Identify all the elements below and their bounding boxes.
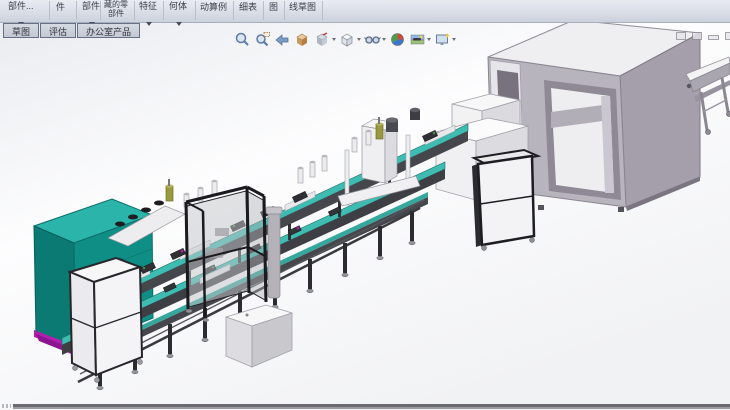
ribbon-button-mate[interactable]: 件 <box>56 2 65 12</box>
window-maximize-icon[interactable] <box>692 32 702 40</box>
ribbon-button-motion-study[interactable]: 动算例 <box>200 2 227 12</box>
tab-evaluate[interactable]: 评估 <box>40 23 76 38</box>
dropdown-caret-icon <box>382 38 386 41</box>
ribbon-button-bill-of-materials[interactable]: 细表 <box>239 2 257 12</box>
window-minimize-icon[interactable] <box>708 35 719 40</box>
zoom-to-fit-icon <box>234 31 251 48</box>
view-orientation-button[interactable] <box>314 31 336 48</box>
dropdown-caret-icon <box>427 38 431 41</box>
dropdown-caret-icon <box>357 38 361 41</box>
ribbon-separator <box>263 1 264 20</box>
apply-scene-icon <box>409 31 426 48</box>
view-orientation-icon <box>314 31 331 48</box>
dropdown-caret-icon <box>452 38 456 41</box>
view-settings-icon <box>434 31 451 48</box>
commandmanager-tabs: 草图 评估 办公室产品 <box>3 23 141 38</box>
previous-view-icon <box>274 31 291 48</box>
tab-sketch[interactable]: 草图 <box>3 23 39 38</box>
zoom-to-fit-button[interactable] <box>234 31 251 48</box>
edit-appearance-button[interactable] <box>389 31 406 48</box>
model-viewport[interactable] <box>0 0 730 410</box>
zoom-to-area-icon <box>254 31 271 48</box>
ribbon-separator <box>195 1 196 20</box>
heads-up-view-toolbar <box>234 31 456 48</box>
ribbon-separator <box>76 1 77 20</box>
dropdown-caret-icon[interactable] <box>146 13 152 31</box>
ribbon-separator <box>322 1 323 20</box>
ribbon-separator <box>100 1 101 20</box>
ribbon-separator <box>49 1 50 20</box>
ribbon-separator <box>233 1 234 20</box>
apply-scene-button[interactable] <box>409 31 431 48</box>
ribbon-separator <box>163 1 164 20</box>
window-close-icon[interactable] <box>725 32 730 40</box>
edit-appearance-icon <box>389 31 406 48</box>
ribbon-button-reference-geometry[interactable]: 何体 <box>169 1 187 11</box>
display-style-icon <box>339 31 356 48</box>
black-framed-cabinet[interactable] <box>472 150 538 251</box>
display-style-button[interactable] <box>339 31 361 48</box>
ribbon-separator <box>134 1 135 20</box>
dropdown-caret-icon[interactable] <box>176 13 182 31</box>
status-bar-edge-highlight <box>13 407 730 409</box>
previous-view-button[interactable] <box>274 31 291 48</box>
ribbon-separator <box>284 1 285 20</box>
hide-show-items-icon <box>364 31 381 48</box>
window-restore-icon[interactable] <box>676 32 686 40</box>
zoom-to-area-button[interactable] <box>254 31 271 48</box>
ribbon-button-assembly-features[interactable]: 特征 <box>139 1 157 11</box>
dropdown-caret-icon <box>332 38 336 41</box>
resize-grip[interactable] <box>2 404 11 408</box>
ribbon-button-insert-components[interactable]: 部件... <box>8 1 34 11</box>
ribbon-button-show-hidden-components[interactable]: 藏的零 部件 <box>104 0 128 18</box>
ribbon-button-exploded-view[interactable]: 图 <box>269 2 278 12</box>
ribbon-button-component[interactable]: 部件 <box>82 1 100 11</box>
tab-office-products[interactable]: 办公室产品 <box>77 23 140 38</box>
command-ribbon: 部件... 件 部件 藏的零 部件 特征 何体 动算例 细表 图 线草图 <box>0 0 730 23</box>
document-window-controls <box>676 31 730 40</box>
view-settings-button[interactable] <box>434 31 456 48</box>
section-view-icon <box>294 31 311 48</box>
ribbon-button-explode-line-sketch[interactable]: 线草图 <box>289 2 316 12</box>
section-view-button[interactable] <box>294 31 311 48</box>
hide-show-items-button[interactable] <box>364 31 386 48</box>
